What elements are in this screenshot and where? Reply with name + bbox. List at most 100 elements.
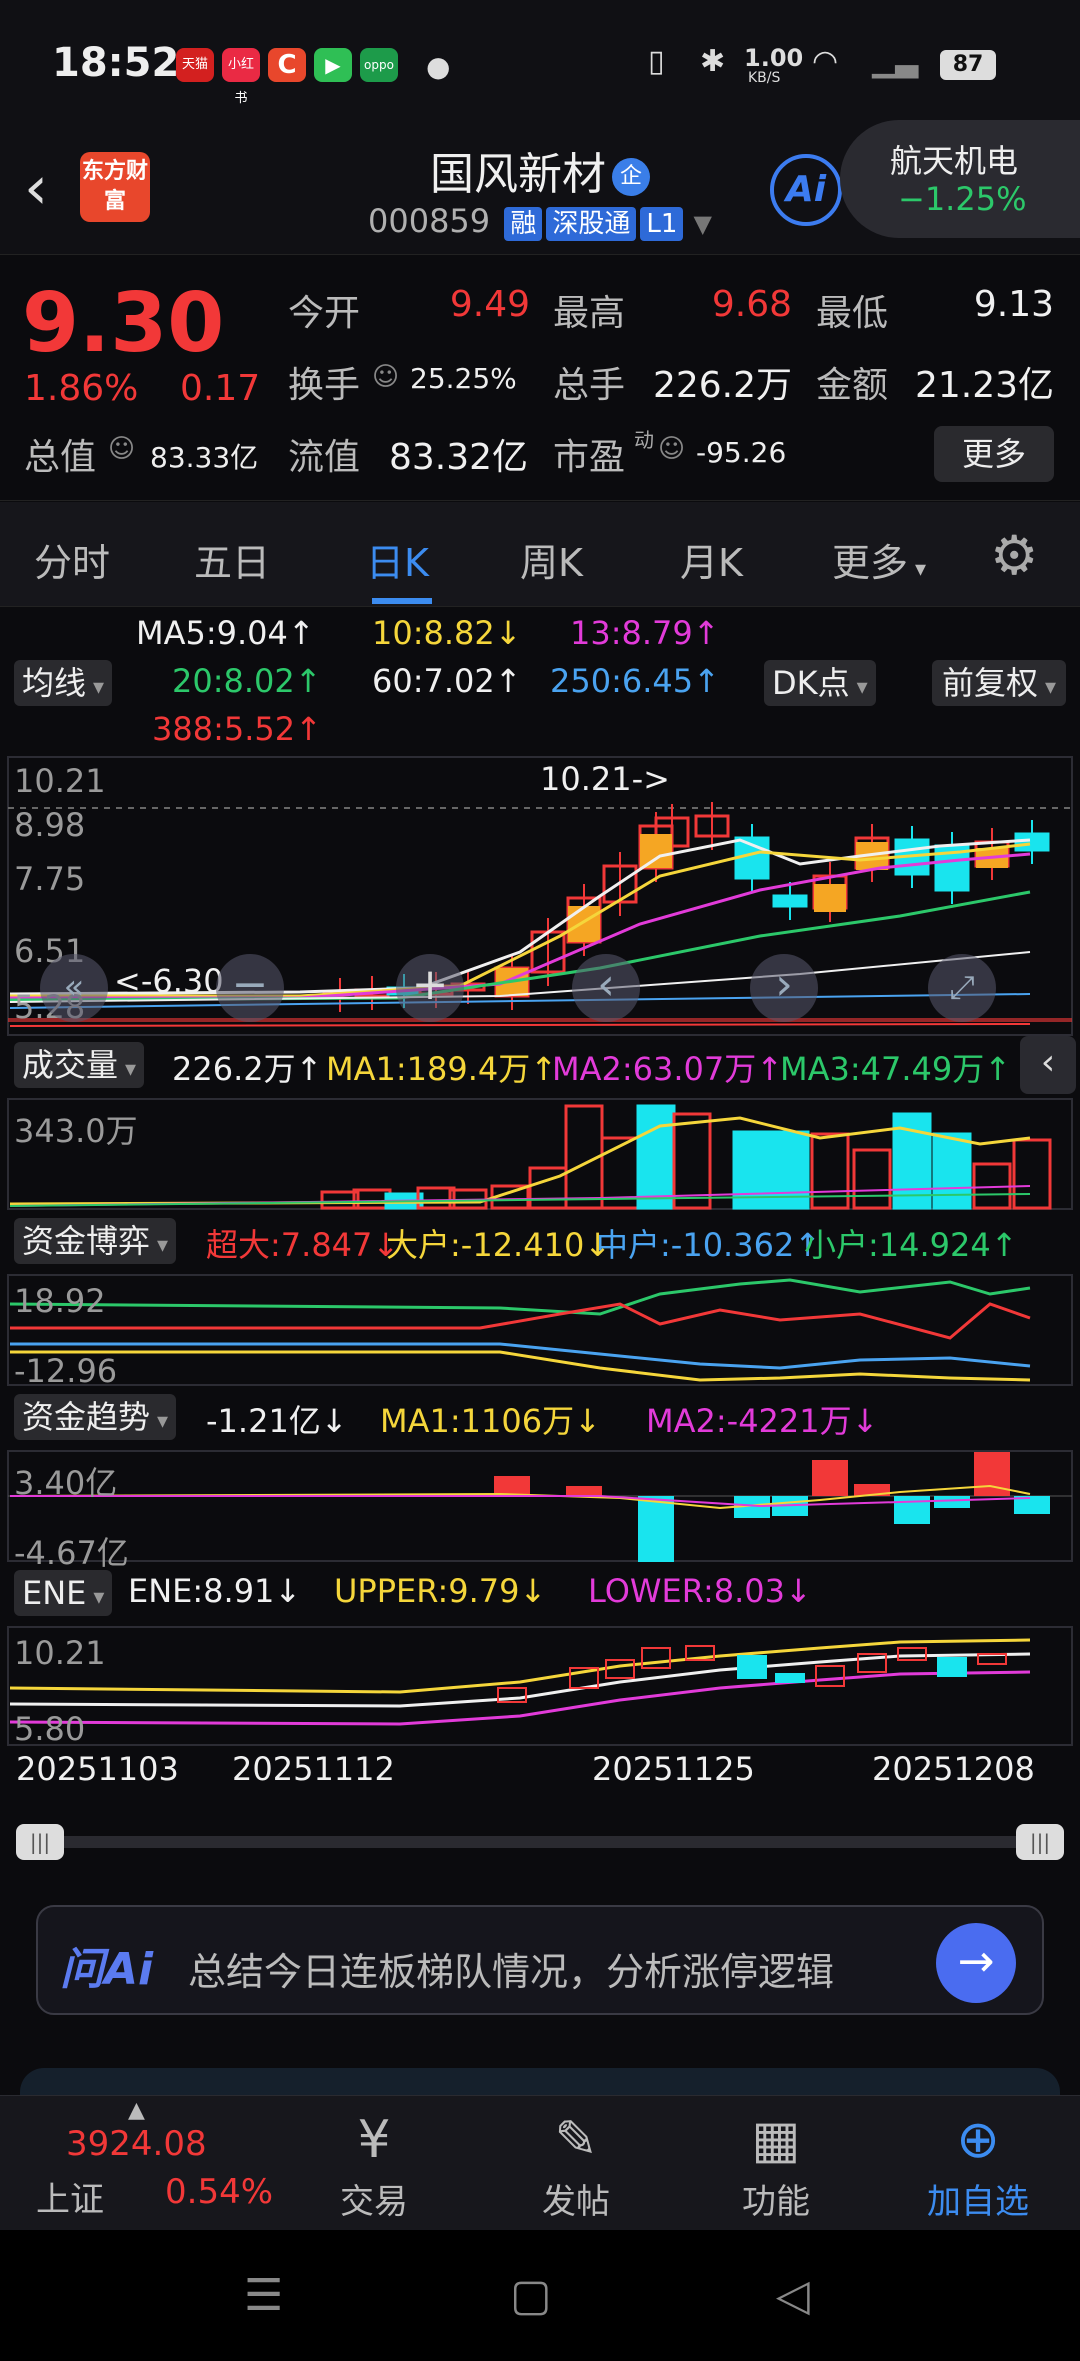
fund-game-y-bot: -12.96: [14, 1352, 118, 1390]
last-price: 9.30: [22, 276, 225, 371]
rewind-icon[interactable]: «: [40, 954, 108, 1022]
fund-trend-bar: [894, 1496, 930, 1524]
volume-selector[interactable]: 成交量: [14, 1042, 145, 1088]
candle-body: [772, 894, 808, 908]
amount-value: 21.23亿: [914, 365, 1054, 406]
fund-trend-ma1: MA1:1106万↓: [380, 1402, 601, 1440]
range-handle-left[interactable]: |||: [16, 1824, 64, 1860]
ene-chart[interactable]: [0, 1626, 1080, 1746]
ma60-label: 60:7.02↑: [372, 662, 522, 700]
volume-bar: [932, 1132, 972, 1210]
nav-post-label: 发帖: [542, 2182, 610, 2222]
tab-daily-k[interactable]: 日K: [366, 532, 429, 587]
volume-ma3: MA3:47.49万↑: [780, 1050, 1012, 1088]
volume-chart[interactable]: [0, 1098, 1080, 1210]
ene-value: ENE:8.91↓: [128, 1572, 302, 1610]
ma5-label: MA5:9.04↑: [136, 614, 315, 652]
volume-ma1: MA1:189.4万↑: [326, 1050, 558, 1088]
ma388-line: [9, 1023, 1031, 1027]
info-icon[interactable]: ☺: [108, 434, 135, 464]
ask-ai-bar[interactable]: 问Ai 总结今日连板梯队情况，分析涨停逻辑 →: [36, 1905, 1044, 2015]
fund-trend-chart[interactable]: [0, 1450, 1080, 1562]
date-tick: 20251208: [872, 1750, 1035, 1788]
chart-area: MA5:9.04↑ 10:8.82↓ 13:8.79↑ 均线 20:8.02↑ …: [0, 608, 1080, 1878]
index-change[interactable]: 0.54%: [165, 2172, 273, 2212]
zoom-out-icon[interactable]: −: [216, 954, 284, 1022]
nav-trade-label: 交易: [340, 2182, 408, 2222]
gear-icon[interactable]: ⚙: [990, 524, 1038, 587]
yen-icon: ¥: [357, 2110, 391, 2170]
fund-game-y-top: 18.92: [14, 1282, 106, 1320]
volume-ma3-line: [9, 1193, 1031, 1207]
nav-functions[interactable]: ▦ 功能: [716, 2106, 836, 2223]
fund-trend-ma2-line: [10, 1495, 1031, 1508]
change-amount: 0.17: [180, 368, 261, 409]
medium-value: 中户:-10.362↑: [596, 1226, 822, 1264]
battery-icon: 87: [940, 50, 996, 80]
period-tabs: 分时 五日 日K 周K 月K 更多 ▾ ⚙: [0, 502, 1080, 607]
home-icon[interactable]: ▢: [510, 2270, 552, 2321]
ma250-label: 250:6.45↑: [550, 662, 720, 700]
tmall-icon: 天猫: [176, 48, 214, 82]
tab-monthly-k[interactable]: 月K: [680, 532, 743, 587]
scroll-left-icon[interactable]: ‹: [572, 954, 640, 1022]
fund-game-selector[interactable]: 资金博弈: [14, 1218, 177, 1264]
arrow-right-icon[interactable]: →: [936, 1923, 1016, 2003]
ene-candle: [775, 1673, 805, 1683]
kline-y-label: 10.21: [14, 762, 106, 800]
tab-intraday[interactable]: 分时: [34, 532, 110, 587]
collapse-panel-icon[interactable]: ‹: [1020, 1036, 1076, 1094]
stock-header: ‹ 东方财富 国风新材企 000859 融深股通 L1 ▼ Ai 航天机电 −1.…: [0, 120, 1080, 255]
more-button[interactable]: 更多: [934, 426, 1054, 482]
range-handle-right[interactable]: |||: [1016, 1824, 1064, 1860]
date-tick: 20251112: [232, 1750, 395, 1788]
ask-ai-prompt: 总结今日连板梯队情况，分析涨停逻辑: [188, 1950, 835, 1994]
low-marker: <-6.30: [114, 962, 224, 1000]
fund-trend-selector[interactable]: 资金趋势: [14, 1394, 177, 1440]
quote-panel: 9.30 1.86% 0.17 今开 9.49 最高 9.68 最低 9.13 …: [0, 256, 1080, 501]
fullscreen-icon[interactable]: ⤢: [928, 954, 996, 1022]
tab-more[interactable]: 更多 ▾: [832, 532, 926, 587]
volume-bar: [852, 1148, 892, 1210]
open-value: 9.49: [449, 284, 530, 325]
wifi-icon: ◠: [812, 44, 839, 79]
large-line: [10, 1350, 1031, 1382]
zoom-in-icon[interactable]: +: [396, 954, 464, 1022]
index-name[interactable]: 上证: [36, 2172, 104, 2221]
tab-weekly-k[interactable]: 周K: [520, 532, 583, 587]
fund-game-chart[interactable]: [0, 1274, 1080, 1386]
small-line: [9, 1278, 1031, 1316]
nav-trade[interactable]: ¥ 交易: [314, 2106, 434, 2223]
nav-post[interactable]: ✎ 发帖: [516, 2106, 636, 2223]
range-scrollbar[interactable]: [16, 1836, 1064, 1848]
ma-selector[interactable]: 均线: [14, 660, 113, 706]
ma20-label: 20:8.02↑: [172, 662, 322, 700]
fund-trend-bar: [566, 1486, 602, 1496]
back-nav-icon[interactable]: ◁: [776, 2270, 810, 2321]
low-label: 最低: [816, 293, 889, 334]
nav-add-watchlist[interactable]: ⊕ 加自选: [918, 2106, 1038, 2223]
high-value: 9.68: [711, 284, 792, 325]
pe-value: -95.26: [696, 436, 787, 469]
dk-point-selector[interactable]: DK点: [764, 660, 876, 706]
tab-five-day[interactable]: 五日: [194, 532, 270, 587]
info-icon[interactable]: ☺: [372, 362, 399, 392]
stock-name: 国风新材: [430, 149, 606, 200]
menu-icon[interactable]: ☰: [244, 2270, 283, 2321]
ene-selector[interactable]: ENE: [14, 1570, 113, 1616]
info-icon[interactable]: ☺: [658, 434, 685, 464]
ai-button[interactable]: Ai: [770, 154, 842, 226]
scroll-right-icon[interactable]: ›: [750, 954, 818, 1022]
date-tick: 20251125: [592, 1750, 755, 1788]
ene-candle: [815, 1665, 845, 1687]
fund-trend-bar: [638, 1496, 674, 1562]
volume-bar: [1012, 1138, 1052, 1210]
turnover-label: 换手: [288, 365, 361, 406]
high-label: 最高: [553, 293, 626, 334]
peer-stock-card[interactable]: 航天机电 −1.25%: [840, 120, 1080, 238]
adjust-button[interactable]: 前复权: [932, 660, 1067, 706]
ene-lower: LOWER:8.03↓: [588, 1572, 812, 1610]
index-value[interactable]: 3924.08: [66, 2124, 207, 2164]
enterprise-badge: 企: [612, 158, 650, 196]
highlight-candle: [568, 906, 600, 942]
